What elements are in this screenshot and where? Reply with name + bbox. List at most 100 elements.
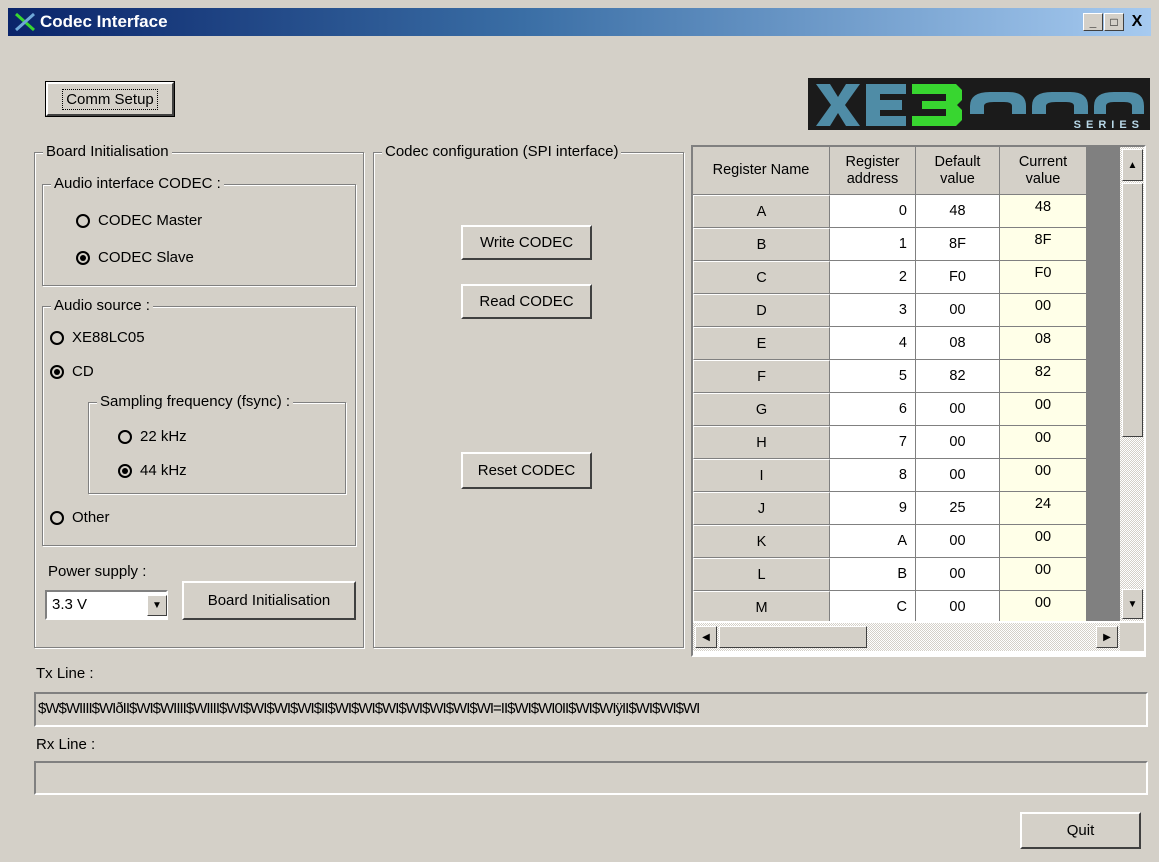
radio-cd-label: CD: [72, 363, 94, 380]
default-value-cell: 00: [916, 558, 1000, 591]
scroll-down-icon[interactable]: ▼: [1122, 589, 1143, 619]
vertical-scroll-thumb[interactable]: [1122, 183, 1143, 437]
current-value-cell[interactable]: 00: [1000, 294, 1087, 327]
column-header[interactable]: Register Name: [693, 147, 830, 195]
radio-dot-icon: [50, 330, 64, 345]
register-name-cell: I: [693, 459, 830, 492]
minimize-icon[interactable]: _: [1083, 13, 1103, 31]
default-value-cell: 48: [916, 195, 1000, 228]
radio-codec-master[interactable]: CODEC Master: [76, 212, 202, 229]
logo-series-text: SERIES: [1074, 119, 1144, 130]
dropdown-arrow-icon[interactable]: ▼: [147, 595, 167, 616]
maximize-icon[interactable]: □: [1104, 13, 1124, 31]
current-value-cell[interactable]: 08: [1000, 327, 1087, 360]
default-value-cell: 00: [916, 459, 1000, 492]
scroll-right-icon[interactable]: ▶: [1096, 626, 1118, 648]
radio-22khz[interactable]: 22 kHz: [118, 428, 187, 445]
app-icon: [15, 12, 35, 32]
current-value-cell[interactable]: 8F: [1000, 228, 1087, 261]
rx-line-field[interactable]: [34, 761, 1148, 795]
scroll-left-icon[interactable]: ◀: [695, 626, 717, 648]
column-header[interactable]: Current value: [1000, 147, 1087, 195]
current-value-cell[interactable]: 82: [1000, 360, 1087, 393]
radio-44khz-label: 44 kHz: [140, 462, 187, 479]
register-name-cell: A: [693, 195, 830, 228]
horizontal-scroll-thumb[interactable]: [719, 626, 867, 648]
write-codec-button[interactable]: Write CODEC: [461, 225, 592, 260]
audio-interface-group: Audio interface CODEC :: [42, 175, 356, 286]
power-supply-select[interactable]: 3.3 V ▼: [45, 590, 168, 620]
current-value-cell[interactable]: 48: [1000, 195, 1087, 228]
comm-setup-button[interactable]: Comm Setup: [45, 81, 175, 117]
current-value-cell[interactable]: 00: [1000, 459, 1087, 492]
tx-line-field[interactable]: $W$WIIII$WIðII$WI$WIIII$WIIII$WI$WI$WI$W…: [34, 692, 1148, 727]
current-value-cell[interactable]: 00: [1000, 426, 1087, 459]
rx-line-label: Rx Line :: [36, 736, 96, 753]
register-name-cell: K: [693, 525, 830, 558]
radio-44khz[interactable]: 44 kHz: [118, 462, 187, 479]
codec-config-label: Codec configuration (SPI interface): [382, 143, 622, 160]
radio-dot-icon: [76, 213, 90, 228]
register-name-cell: H: [693, 426, 830, 459]
quit-button[interactable]: Quit: [1020, 812, 1141, 849]
register-name-cell: L: [693, 558, 830, 591]
radio-22khz-label: 22 kHz: [140, 428, 187, 445]
register-name-cell: B: [693, 228, 830, 261]
radio-dot-selected-icon: [118, 463, 132, 478]
register-table: Register Name Register address Default v…: [693, 147, 1087, 621]
register-address-cell: A: [830, 525, 916, 558]
window-title: Codec Interface: [40, 12, 168, 31]
register-address-cell: 5: [830, 360, 916, 393]
radio-xe88lc05[interactable]: XE88LC05: [50, 329, 145, 346]
default-value-cell: 00: [916, 426, 1000, 459]
title-bar: Codec Interface _ □ X: [8, 8, 1151, 36]
default-value-cell: 00: [916, 294, 1000, 327]
current-value-cell[interactable]: 00: [1000, 558, 1087, 591]
current-value-cell[interactable]: 24: [1000, 492, 1087, 525]
radio-other-label: Other: [72, 509, 110, 526]
register-address-cell: 8: [830, 459, 916, 492]
current-value-cell[interactable]: 00: [1000, 591, 1087, 621]
radio-other[interactable]: Other: [50, 509, 110, 526]
comm-setup-label: Comm Setup: [62, 88, 158, 110]
column-header[interactable]: Register address: [830, 147, 916, 195]
vertical-scrollbar[interactable]: ▲ ▼: [1120, 147, 1144, 621]
register-name-cell: C: [693, 261, 830, 294]
tx-line-value: $W$WIIII$WIðII$WI$WIIII$WIIII$WI$WI$WI$W…: [38, 700, 700, 717]
default-value-cell: 82: [916, 360, 1000, 393]
current-value-cell[interactable]: 00: [1000, 525, 1087, 558]
close-icon[interactable]: X: [1127, 13, 1147, 31]
horizontal-scrollbar[interactable]: ◀ ▶: [693, 623, 1120, 651]
default-value-cell: 00: [916, 591, 1000, 621]
column-header[interactable]: Default value: [916, 147, 1000, 195]
register-address-cell: 1: [830, 228, 916, 261]
register-name-cell: J: [693, 492, 830, 525]
register-name-cell: M: [693, 591, 830, 621]
board-init-button[interactable]: Board Initialisation: [182, 581, 356, 620]
register-name-cell: E: [693, 327, 830, 360]
radio-codec-slave[interactable]: CODEC Slave: [76, 249, 194, 266]
read-codec-button[interactable]: Read CODEC: [461, 284, 592, 319]
reset-codec-button[interactable]: Reset CODEC: [461, 452, 592, 489]
scroll-corner: [1120, 623, 1144, 651]
audio-source-label: Audio source :: [51, 297, 153, 314]
radio-cd[interactable]: CD: [50, 363, 94, 380]
radio-xe88lc05-label: XE88LC05: [72, 329, 145, 346]
power-supply-label: Power supply :: [48, 563, 147, 580]
register-address-cell: 3: [830, 294, 916, 327]
default-value-cell: 00: [916, 525, 1000, 558]
scroll-up-icon[interactable]: ▲: [1122, 149, 1143, 181]
radio-dot-icon: [118, 429, 132, 444]
power-supply-value: 3.3 V: [52, 596, 88, 613]
register-name-cell: D: [693, 294, 830, 327]
register-name-cell: F: [693, 360, 830, 393]
current-value-cell[interactable]: 00: [1000, 393, 1087, 426]
register-address-cell: 4: [830, 327, 916, 360]
current-value-cell[interactable]: F0: [1000, 261, 1087, 294]
register-address-cell: 9: [830, 492, 916, 525]
default-value-cell: 08: [916, 327, 1000, 360]
register-address-cell: 0: [830, 195, 916, 228]
audio-interface-label: Audio interface CODEC :: [51, 175, 224, 192]
xe3000-series-logo: SERIES: [808, 78, 1150, 130]
board-init-button-label: Board Initialisation: [207, 592, 331, 609]
